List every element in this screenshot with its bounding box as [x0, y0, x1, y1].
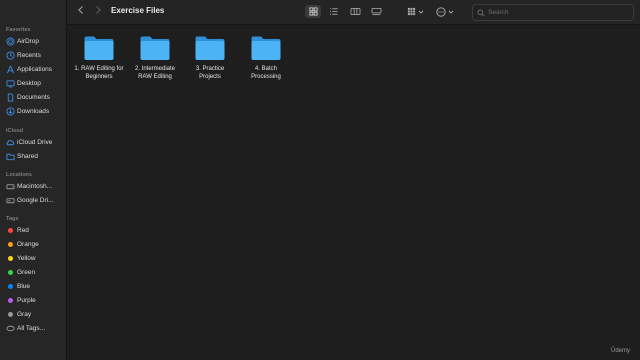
chevron-left-icon [78, 6, 83, 14]
gallery-icon [371, 7, 381, 16]
sidebar-section-icloud: iCloud [6, 128, 24, 134]
sidebar-tag-yellow[interactable]: Yellow [0, 252, 66, 264]
sidebar-item-applications[interactable]: Applications [0, 63, 66, 75]
green-tag-dot-icon [5, 267, 15, 277]
folder-name: 4. Batch Processing [251, 66, 281, 80]
applications-icon [5, 64, 15, 74]
folder-name: 3. Practice Projects [195, 66, 225, 80]
window-title: Exercise Files [111, 6, 165, 15]
sidebar-item-label: Blue [17, 282, 31, 290]
sidebar-item-label: AirDrop [17, 37, 40, 45]
sidebar-item-label: Purple [17, 296, 36, 304]
columns-icon [350, 7, 360, 16]
sidebar-section-tags: Tags [6, 216, 19, 222]
sidebar-item-label: Red [17, 226, 29, 234]
sidebar-item-google-drive[interactable]: Google Dri... [0, 194, 66, 206]
list-icon [330, 8, 338, 15]
sidebar-all-tags[interactable]: All Tags... [0, 322, 66, 334]
folder-icon [251, 36, 281, 60]
folder-item[interactable]: 4. Batch Processing [236, 35, 296, 81]
back-button[interactable] [75, 5, 87, 18]
sidebar-item-label: Google Dri... [17, 196, 54, 204]
udemy-watermark: Ūdemy [610, 348, 630, 354]
sidebar-item-label: Desktop [17, 79, 41, 87]
clock-icon [5, 50, 15, 60]
sidebar-tag-purple[interactable]: Purple [0, 294, 66, 306]
disk-icon [5, 181, 15, 191]
folder-icon [140, 36, 170, 60]
forward-button[interactable] [92, 5, 104, 18]
sidebar-item-label: Downloads [17, 107, 50, 115]
airdrop-icon [5, 36, 15, 46]
chevron-down-icon [418, 10, 423, 14]
folder-item[interactable]: 1. RAW Editing for Beginners [69, 35, 129, 81]
folder-item[interactable]: 3. Practice Projects [180, 35, 240, 81]
sidebar-item-downloads[interactable]: Downloads [0, 105, 66, 117]
grid-icon [308, 7, 318, 16]
sidebar-item-desktop[interactable]: Desktop [0, 77, 66, 89]
sidebar-item-label: Yellow [17, 254, 36, 262]
chevron-right-icon [96, 6, 101, 14]
column-view-button[interactable] [347, 5, 363, 18]
blue-tag-dot-icon [5, 281, 15, 291]
sidebar-item-label: Green [17, 268, 36, 276]
sidebar-section-locations: Locations [6, 172, 32, 178]
sidebar-item-label: iCloud Drive [17, 138, 53, 146]
gray-tag-dot-icon [5, 309, 15, 319]
sidebar-item-label: Macintosh... [17, 182, 53, 190]
icon-view-button[interactable] [305, 5, 321, 18]
sidebar-item-label: Recents [17, 51, 41, 59]
sidebar-tag-orange[interactable]: Orange [0, 238, 66, 250]
downloads-icon [5, 106, 15, 116]
group-grid-icon [407, 7, 415, 16]
list-view-button[interactable] [326, 5, 342, 18]
toolbar: Exercise Files Search [67, 0, 640, 25]
sidebar-item-macintosh-hd[interactable]: Macintosh... [0, 180, 66, 192]
purple-tag-dot-icon [5, 295, 15, 305]
folder-name: 2. Intermediate RAW Editing [134, 66, 176, 80]
sidebar-item-label: Gray [17, 310, 32, 318]
yellow-tag-dot-icon [5, 253, 15, 263]
sidebar-item-label: Applications [17, 65, 53, 73]
folder-name: 1. RAW Editing for Beginners [74, 66, 124, 80]
ellipsis-circle-icon [436, 6, 446, 17]
file-browser: 1. RAW Editing for Beginners 2. Intermedi… [67, 25, 640, 360]
search-placeholder: Search [488, 9, 509, 16]
cloud-icon [5, 137, 15, 147]
orange-tag-dot-icon [5, 239, 15, 249]
folder-icon [195, 36, 225, 60]
chevron-down-icon [448, 10, 454, 14]
sidebar-item-label: Shared [17, 152, 38, 160]
all-tags-icon [5, 323, 15, 333]
sidebar-item-airdrop[interactable]: AirDrop [0, 35, 66, 47]
sidebar-item-recents[interactable]: Recents [0, 49, 66, 61]
sidebar-item-label: Orange [17, 240, 39, 248]
sidebar-section-favorites: Favorites [6, 27, 31, 33]
sidebar-item-documents[interactable]: Documents [0, 91, 66, 103]
sidebar-item-label: Documents [17, 93, 50, 101]
more-actions-button[interactable] [434, 5, 456, 18]
sidebar-tag-blue[interactable]: Blue [0, 280, 66, 292]
desktop-icon [5, 78, 15, 88]
sidebar-tag-gray[interactable]: Gray [0, 308, 66, 320]
red-tag-dot-icon [5, 225, 15, 235]
folder-item[interactable]: 2. Intermediate RAW Editing [125, 35, 185, 81]
sidebar-tag-red[interactable]: Red [0, 224, 66, 236]
document-icon [5, 92, 15, 102]
shared-folder-icon [5, 151, 15, 161]
search-field[interactable]: Search [472, 4, 634, 21]
search-icon [477, 9, 485, 16]
sidebar: Favorites AirDrop Recents Applications D… [0, 0, 67, 360]
sidebar-item-icloud-drive[interactable]: iCloud Drive [0, 136, 66, 148]
finder-window: Favorites AirDrop Recents Applications D… [0, 0, 640, 360]
folder-icon [84, 36, 114, 60]
sidebar-item-label: All Tags... [17, 324, 46, 332]
group-by-button[interactable] [405, 5, 425, 18]
sidebar-tag-green[interactable]: Green [0, 266, 66, 278]
drive-icon [5, 195, 15, 205]
gallery-view-button[interactable] [368, 5, 384, 18]
sidebar-item-shared[interactable]: Shared [0, 150, 66, 162]
